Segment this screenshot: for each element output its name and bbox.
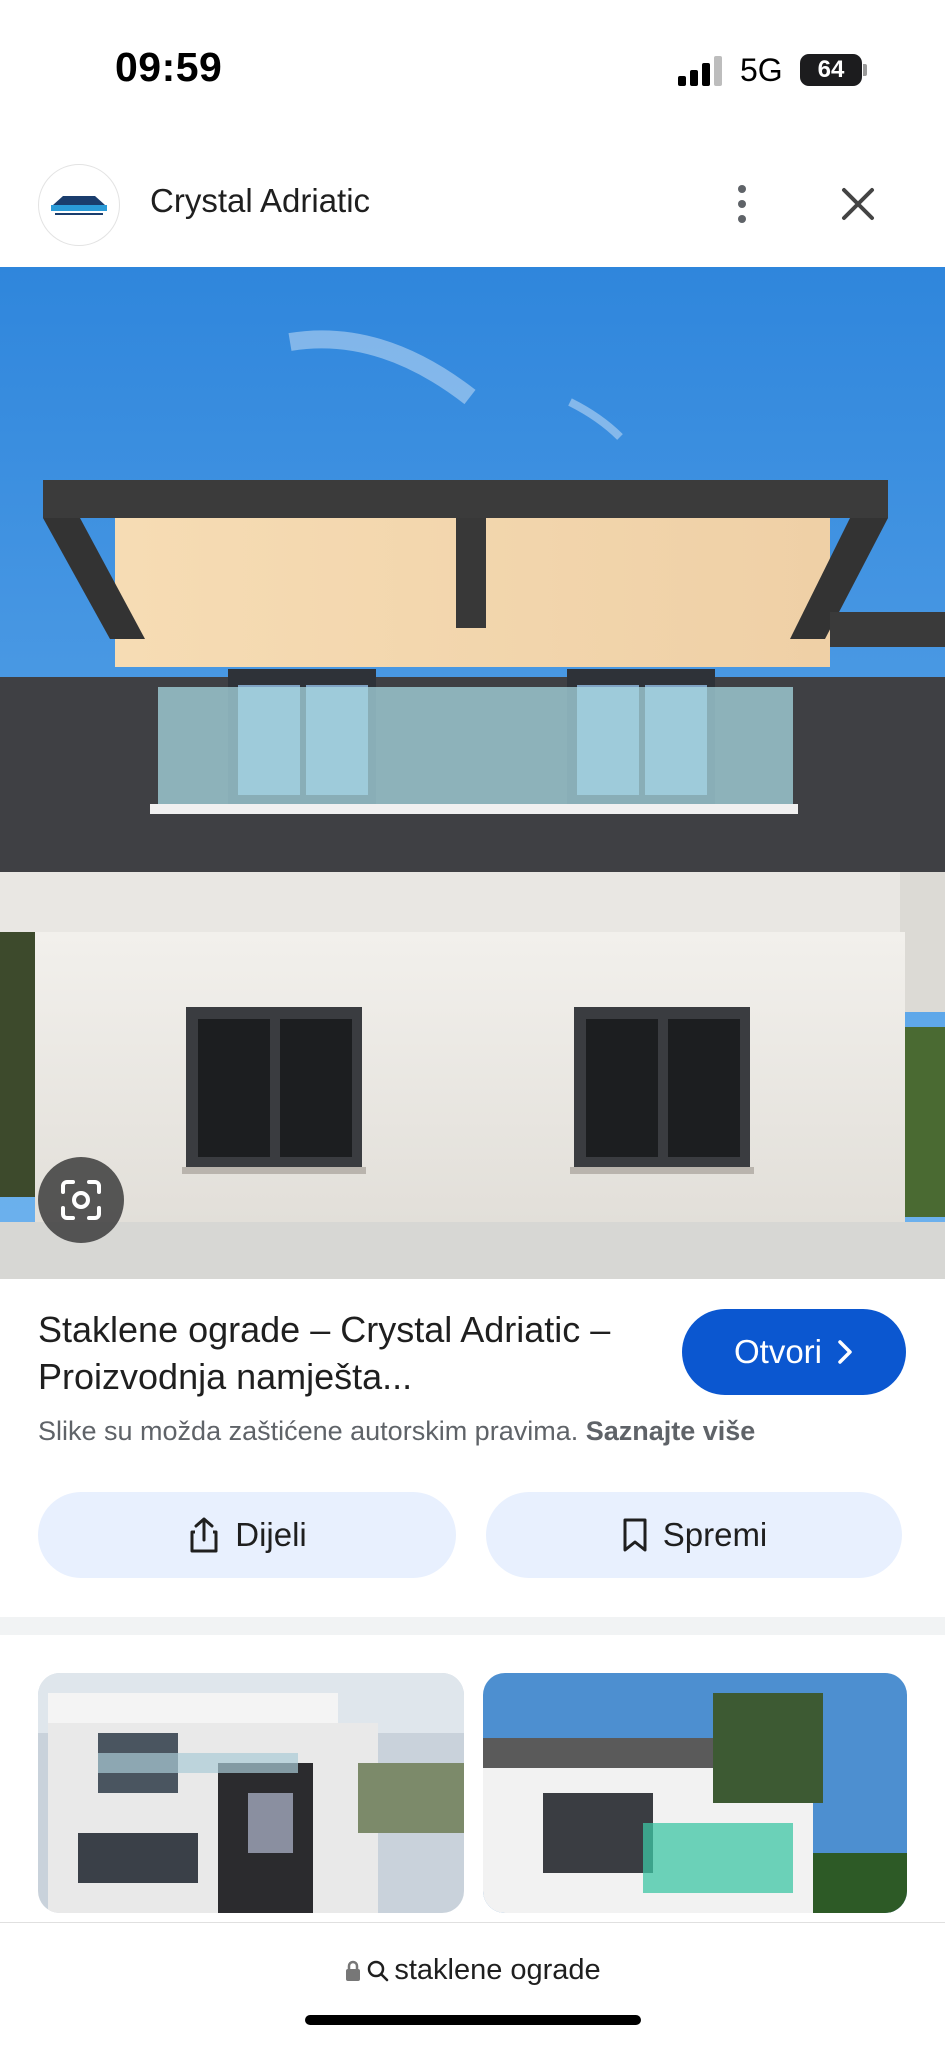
- lens-search-icon: [61, 1180, 101, 1220]
- save-label: Spremi: [662, 1516, 768, 1553]
- share-label: Dijeli: [235, 1516, 307, 1553]
- battery-icon: 64: [800, 54, 862, 86]
- copyright-notice: Slike su možda zaštićene autorskim pravi…: [38, 1416, 755, 1447]
- open-button-label: Otvori: [733, 1333, 822, 1370]
- lens-search-button[interactable]: [38, 1157, 124, 1243]
- related-image-2[interactable]: [483, 1673, 907, 1913]
- related-photo-2: [483, 1673, 907, 1913]
- status-time: 09:59: [115, 44, 223, 90]
- chevron-right-icon: [838, 1340, 852, 1364]
- share-button[interactable]: Dijeli: [38, 1492, 456, 1578]
- battery-level: 64: [817, 56, 845, 83]
- battery-tip: [863, 64, 867, 76]
- more-vert-icon: [738, 185, 746, 193]
- section-divider: [0, 1617, 945, 1635]
- search-query-bar[interactable]: staklene ograde: [0, 1954, 945, 1987]
- network-type: 5G: [740, 52, 783, 88]
- search-query: staklene ograde: [394, 1954, 601, 1986]
- crystal-logo-icon: [51, 196, 107, 215]
- bookmark-icon: [623, 1518, 647, 1552]
- close-icon: [842, 188, 874, 220]
- related-photo-1: [38, 1673, 464, 1913]
- lock-icon: [346, 1960, 361, 1981]
- copyright-text: Slike su možda zaštićene autorskim pravi…: [38, 1416, 579, 1446]
- open-button[interactable]: Otvori: [682, 1309, 906, 1395]
- related-image-1[interactable]: [38, 1673, 464, 1913]
- result-title[interactable]: Staklene ograde – Crystal Adriatic – Pro…: [38, 1306, 658, 1400]
- site-logo[interactable]: [38, 164, 120, 246]
- site-name[interactable]: Crystal Adriatic: [150, 182, 370, 220]
- house-photo: [0, 267, 945, 1279]
- main-image[interactable]: [0, 267, 945, 1279]
- signal-icon: [678, 56, 722, 86]
- home-indicator[interactable]: [305, 2015, 641, 2025]
- share-icon: [190, 1517, 218, 1553]
- save-button[interactable]: Spremi: [486, 1492, 902, 1578]
- search-icon: [368, 1960, 389, 1981]
- learn-more-link[interactable]: Saznajte više: [586, 1416, 756, 1446]
- more-options-button[interactable]: [722, 180, 762, 228]
- close-button[interactable]: [834, 180, 882, 228]
